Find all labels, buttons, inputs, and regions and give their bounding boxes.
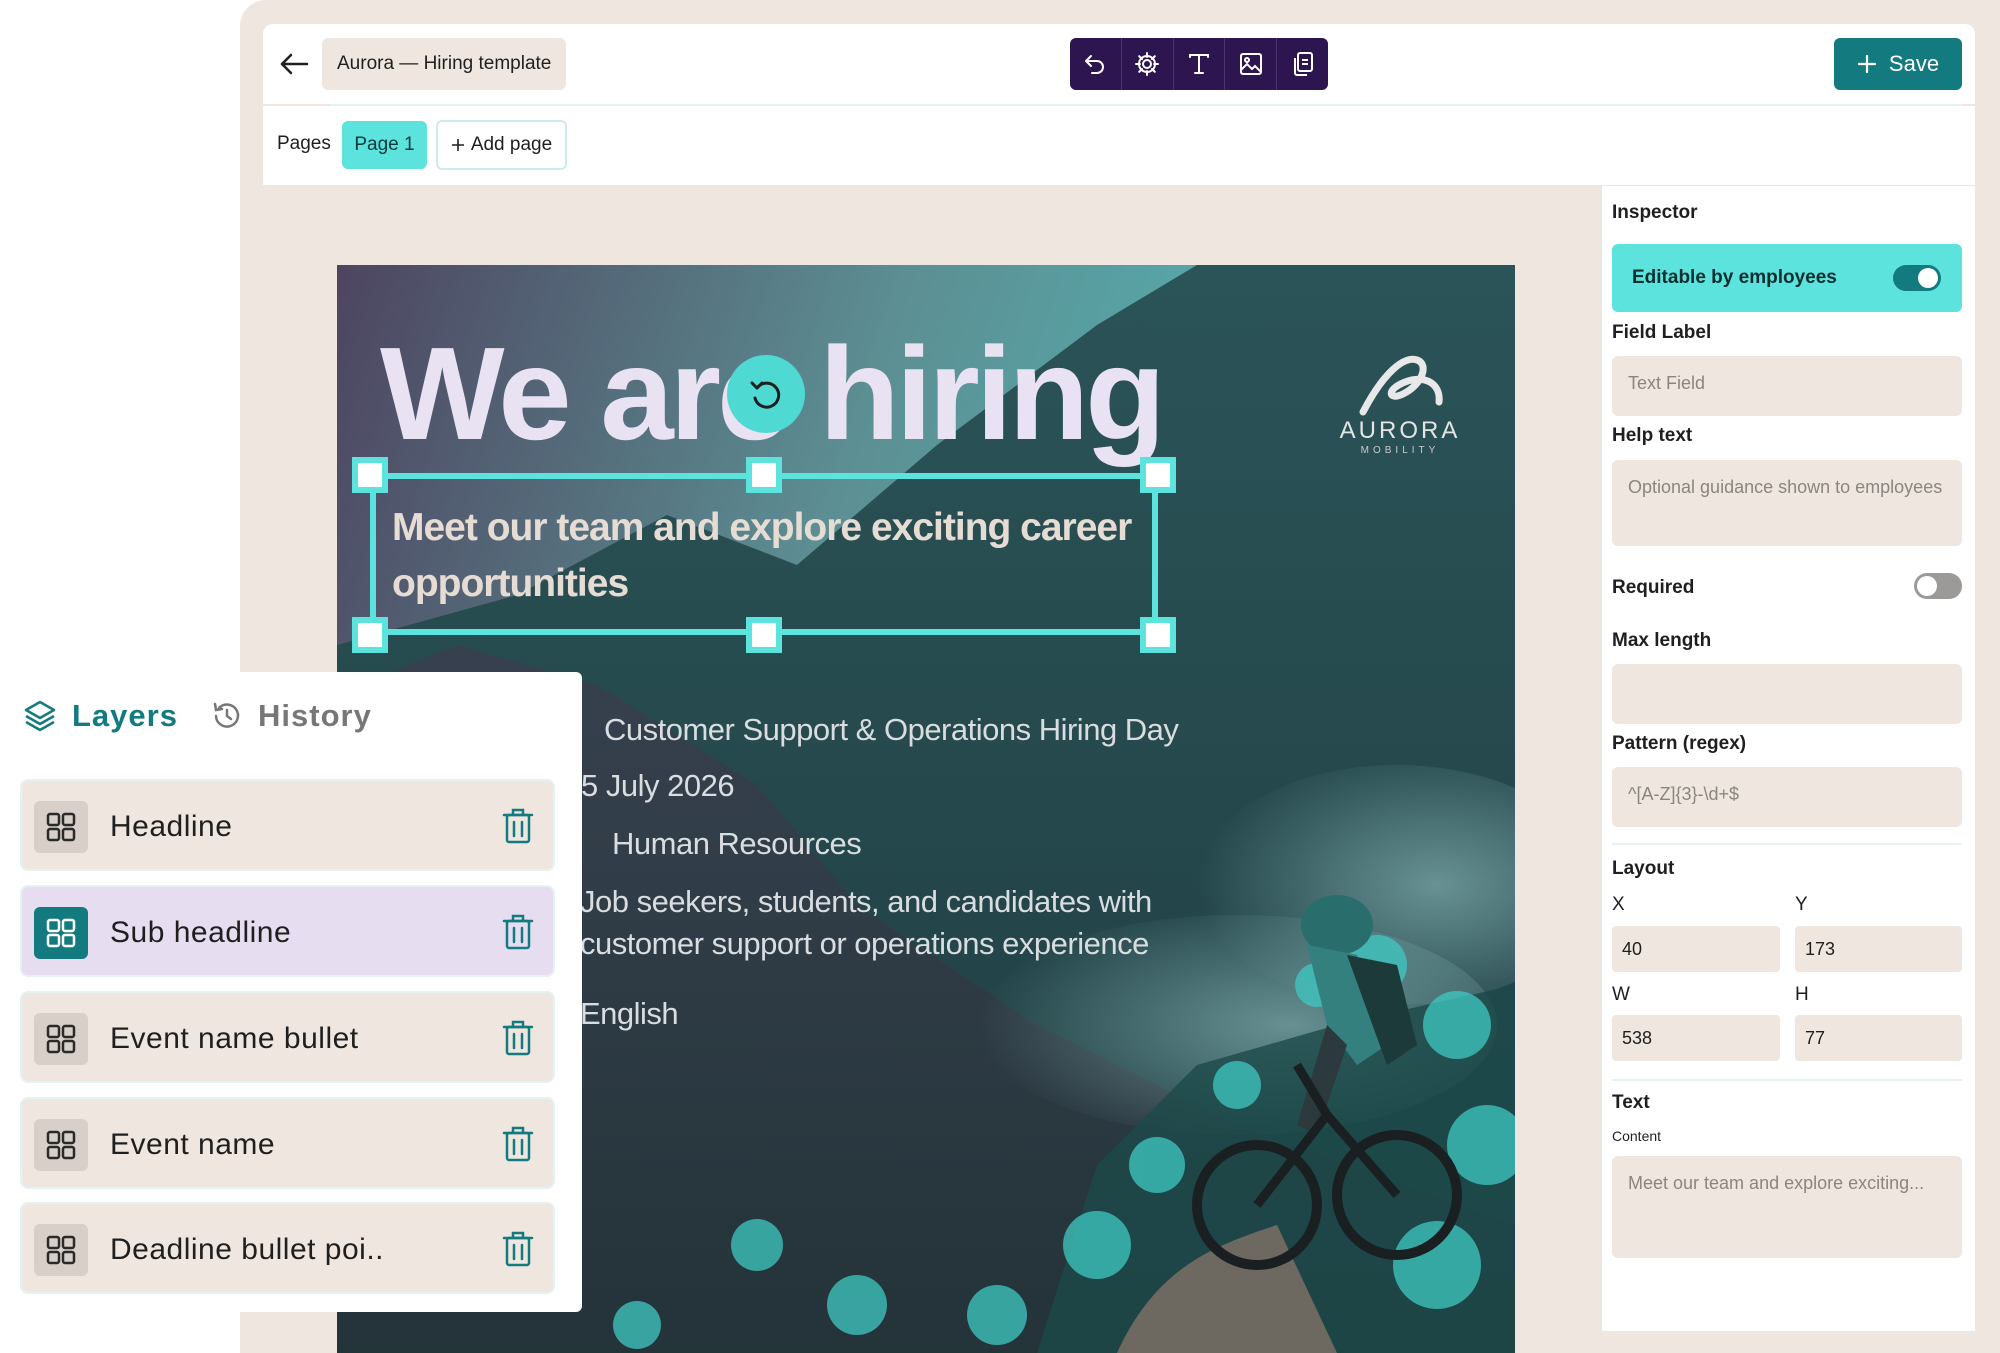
layer-label: Sub headline	[110, 916, 292, 949]
h-input[interactable]: 77	[1795, 1015, 1962, 1061]
poster-department[interactable]: Human Resources	[612, 826, 862, 862]
x-input[interactable]: 40	[1612, 926, 1780, 972]
duplicate-button[interactable]	[1277, 38, 1328, 90]
poster-audience-line-2[interactable]: customer support or operations experienc…	[580, 926, 1149, 962]
save-button[interactable]: Save	[1834, 38, 1962, 90]
arrow-left-icon	[280, 53, 309, 75]
undo-button[interactable]	[1070, 38, 1122, 90]
layout-title: Layout	[1612, 858, 1675, 879]
resize-handle-bottom[interactable]	[746, 617, 782, 653]
grid-icon	[34, 1119, 88, 1171]
pattern-label: Pattern (regex)	[1612, 733, 1747, 754]
required-toggle[interactable]	[1914, 573, 1962, 599]
trash-icon	[502, 914, 534, 950]
text-title: Text	[1612, 1092, 1650, 1113]
text-tool-button[interactable]	[1174, 38, 1226, 90]
tab-history-label: History	[258, 698, 372, 733]
delete-layer-button[interactable]	[501, 1123, 535, 1165]
logo-subtitle: MOBILITY	[1360, 445, 1440, 456]
poster-date[interactable]: 5 July 2026	[581, 768, 735, 804]
rotate-icon	[750, 381, 781, 409]
selection-box[interactable]	[370, 473, 1158, 635]
settings-icon	[1135, 52, 1160, 76]
divider	[1612, 843, 1962, 845]
trash-icon	[502, 1020, 534, 1056]
trash-icon	[502, 1126, 534, 1162]
tab-history[interactable]: History	[210, 698, 372, 734]
aurora-logo: AURORA MOBILITY	[1330, 350, 1470, 456]
layer-item-event-name-bullet[interactable]: Event name bullet	[20, 991, 555, 1083]
layer-label: Event name bullet	[110, 1022, 359, 1055]
grid-icon	[34, 801, 88, 853]
logo-wordmark: AURORA	[1339, 417, 1461, 444]
document-title[interactable]: Aurora — Hiring template	[322, 38, 567, 90]
add-page-label: Add page	[470, 134, 553, 155]
layer-label: Headline	[110, 810, 233, 843]
w-label: W	[1612, 984, 1630, 1005]
layer-label: Deadline bullet poi..	[110, 1233, 385, 1266]
page-tab-1[interactable]: Page 1	[342, 121, 427, 169]
layer-item-event-name[interactable]: Event name	[20, 1097, 555, 1189]
image-icon	[1239, 53, 1262, 75]
x-label: X	[1612, 894, 1625, 915]
duplicate-icon	[1293, 52, 1313, 76]
grid-icon	[34, 907, 88, 959]
poster-audience-line-1[interactable]: Job seekers, students, and candidates wi…	[580, 884, 1152, 920]
plus-icon	[1857, 54, 1877, 74]
tab-layers[interactable]: Layers	[22, 698, 178, 734]
field-label-input[interactable]: Text Field	[1612, 356, 1962, 416]
h-label: H	[1795, 984, 1809, 1005]
undo-icon	[1085, 55, 1105, 74]
history-icon	[213, 702, 240, 728]
grid-icon	[34, 1013, 88, 1065]
delete-layer-button[interactable]	[501, 911, 535, 953]
help-text-title: Help text	[1612, 425, 1693, 446]
content-input[interactable]: Meet our team and explore exciting...	[1612, 1156, 1962, 1258]
delete-layer-button[interactable]	[501, 1017, 535, 1059]
layer-item-sub-headline[interactable]: Sub headline	[20, 885, 555, 977]
w-input[interactable]: 538	[1612, 1015, 1780, 1061]
trash-icon	[502, 808, 534, 844]
aurora-logo-mark	[1359, 355, 1443, 416]
text-icon	[1188, 54, 1209, 74]
poster-language[interactable]: English	[580, 996, 679, 1032]
content-label: Content	[1612, 1128, 1662, 1144]
settings-button[interactable]	[1122, 38, 1174, 90]
back-button[interactable]	[278, 45, 310, 83]
grid-icon	[34, 1224, 88, 1276]
y-input[interactable]: 173	[1795, 926, 1962, 972]
help-text-input[interactable]: Optional guidance shown to employees	[1612, 460, 1962, 546]
field-label-title: Field Label	[1612, 322, 1712, 343]
max-length-input[interactable]	[1612, 664, 1962, 724]
resize-handle-top-right[interactable]	[1140, 457, 1176, 493]
poster-event-name[interactable]: Customer Support & Operations Hiring Day	[604, 712, 1179, 748]
y-label: Y	[1795, 894, 1808, 915]
image-tool-button[interactable]	[1225, 38, 1278, 90]
resize-handle-top[interactable]	[746, 457, 782, 493]
delete-layer-button[interactable]	[501, 1228, 535, 1270]
divider	[1612, 1079, 1962, 1081]
resize-handle-top-left[interactable]	[352, 457, 388, 493]
layers-icon	[24, 700, 56, 732]
editor-toolbar	[1070, 38, 1328, 90]
pattern-input[interactable]: ^[A-Z]{3}-\d+$	[1612, 767, 1962, 827]
inspector-title: Inspector	[1612, 202, 1698, 223]
delete-layer-button[interactable]	[501, 805, 535, 847]
plus-icon	[451, 139, 464, 151]
layer-label: Event name	[110, 1128, 276, 1161]
editable-toggle[interactable]	[1893, 265, 1941, 291]
save-label: Save	[1888, 51, 1940, 76]
editable-label: Editable by employees	[1632, 267, 1837, 288]
layer-item-headline[interactable]: Headline	[20, 779, 555, 871]
tab-layers-label: Layers	[72, 698, 178, 733]
required-label: Required	[1612, 577, 1695, 598]
rotate-handle[interactable]	[727, 355, 805, 433]
add-page-button[interactable]: Add page	[436, 120, 567, 170]
trash-icon	[502, 1231, 534, 1267]
resize-handle-bottom-right[interactable]	[1140, 617, 1176, 653]
layer-item-deadline-bullet[interactable]: Deadline bullet poi..	[20, 1202, 555, 1294]
resize-handle-bottom-left[interactable]	[352, 617, 388, 653]
max-length-label: Max length	[1612, 630, 1712, 651]
pages-label: Pages	[277, 133, 331, 154]
